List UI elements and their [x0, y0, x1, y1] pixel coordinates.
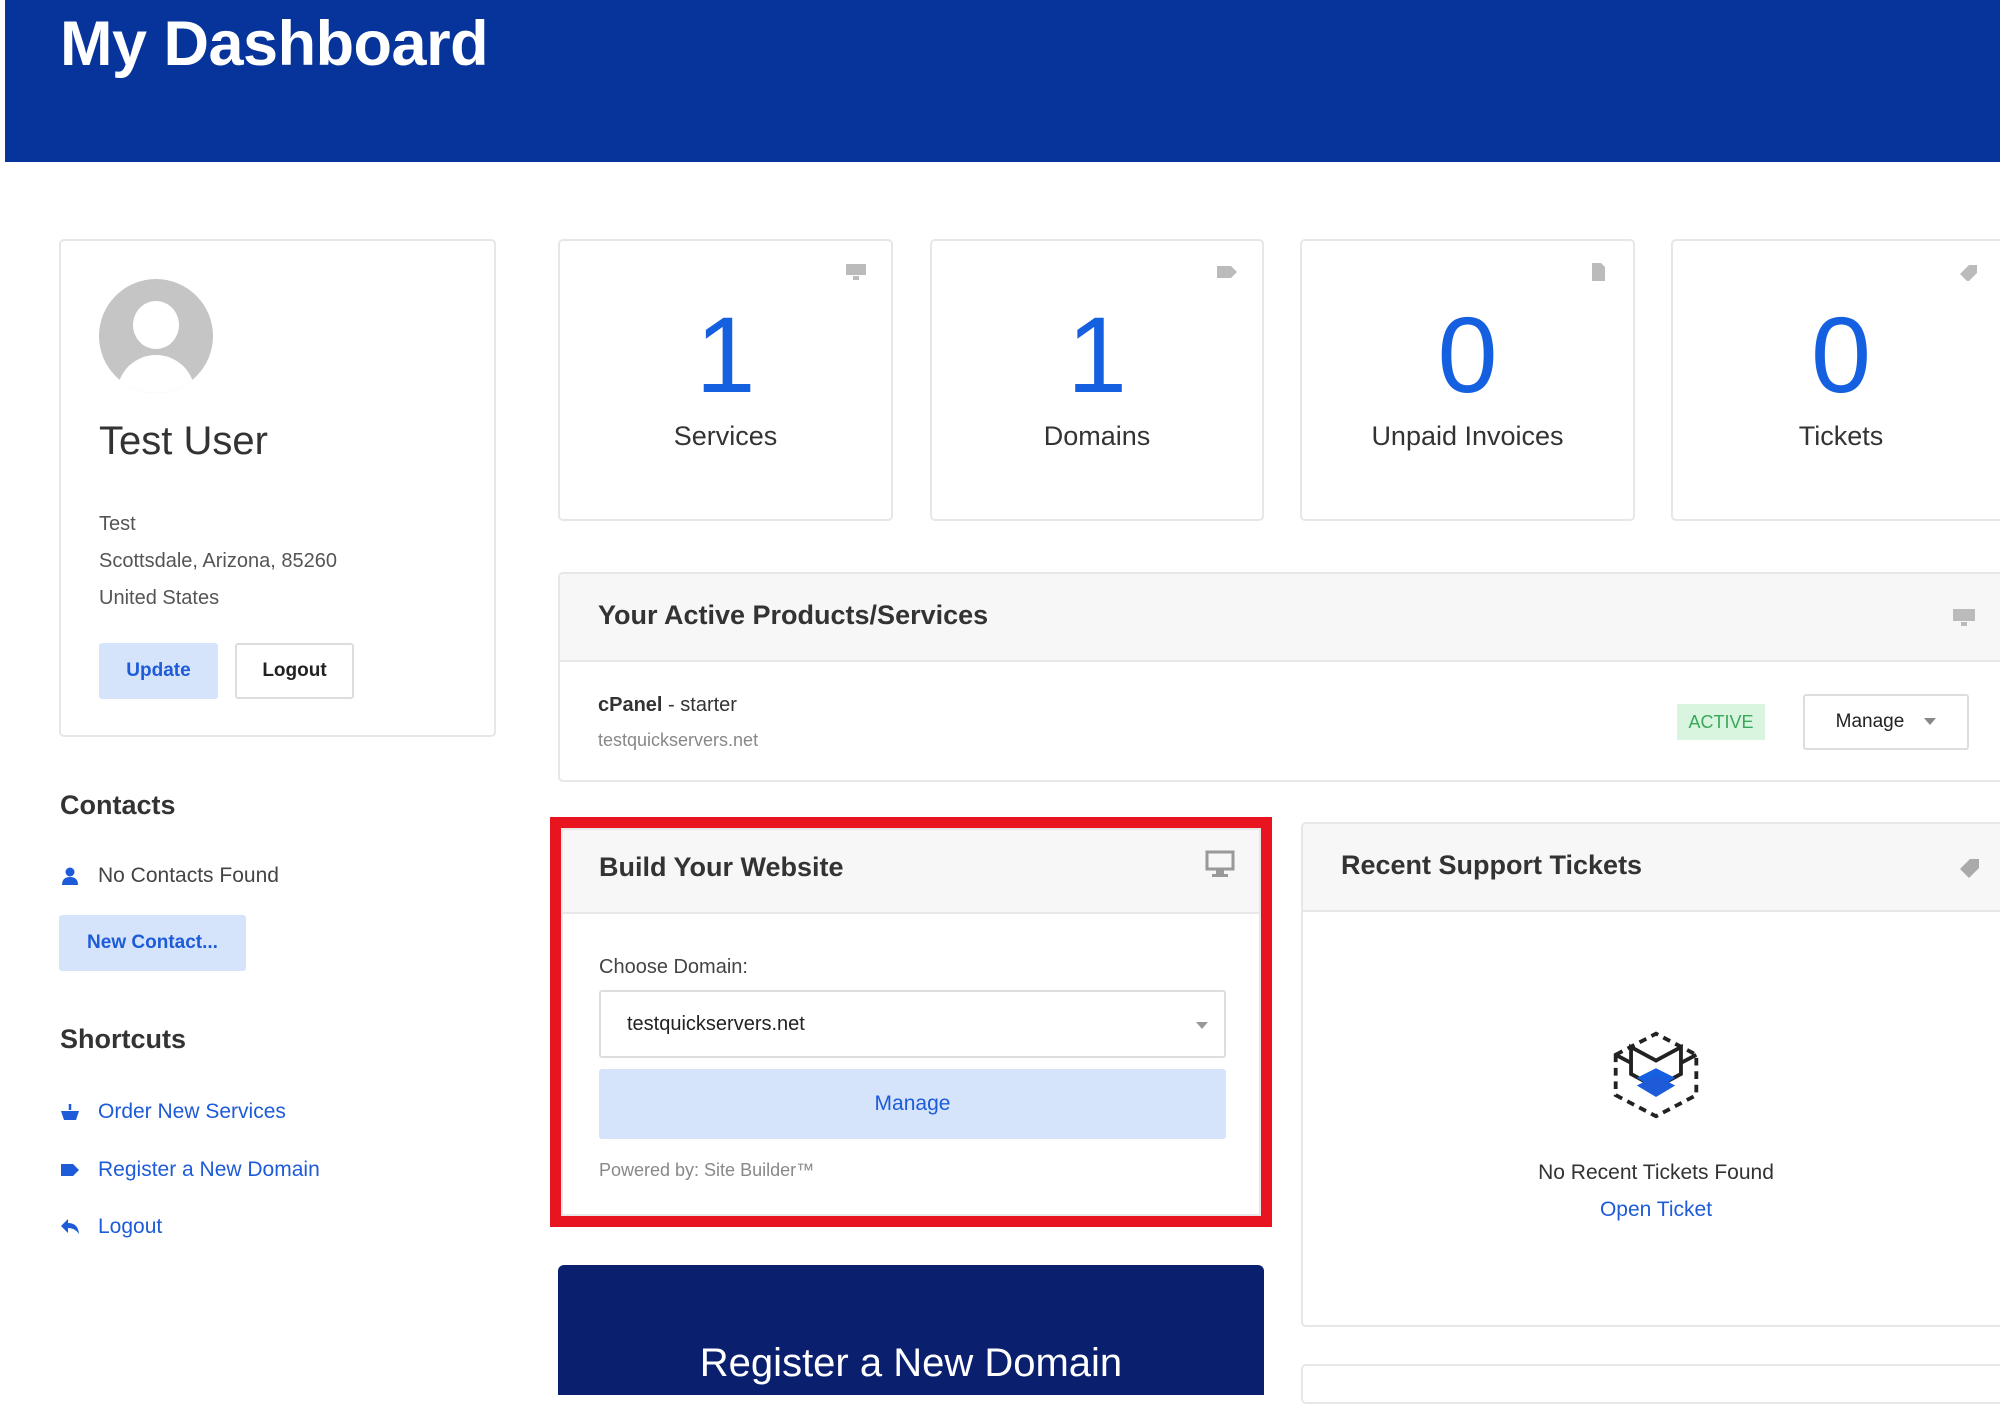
panel-title: Your Active Products/Services: [598, 600, 989, 630]
envelope-box-icon: [1613, 1031, 1699, 1119]
powered-by-text: Powered by: Site Builder™: [599, 1160, 815, 1180]
top-header: My Dashboard: [5, 0, 2000, 162]
no-contacts-text: No Contacts Found: [98, 864, 279, 887]
domains-label: Domains: [1043, 421, 1151, 451]
tickets-count: 0: [1810, 294, 1872, 415]
tag-icon: [1217, 266, 1237, 278]
page-title: My Dashboard: [60, 9, 489, 79]
stat-tickets[interactable]: 0 Tickets: [1671, 239, 2000, 521]
chevron-down-icon: [1924, 718, 1937, 725]
document-icon: [1592, 263, 1605, 281]
monitor-icon: [1953, 609, 1975, 626]
shortcut-label[interactable]: Order New Services: [98, 1100, 286, 1124]
product-row[interactable]: cPanel - starter: [598, 694, 737, 717]
invoices-count: 0: [1437, 294, 1498, 415]
contacts-heading: Contacts: [60, 790, 176, 820]
monitor-icon: [846, 264, 866, 280]
shortcuts-heading: Shortcuts: [60, 1024, 187, 1054]
product-domain: testquickservers.net: [598, 730, 759, 750]
domain-select[interactable]: testquickservers.net: [599, 990, 1226, 1058]
tag-icon: [61, 1164, 79, 1176]
no-contacts-row: No Contacts Found: [60, 864, 279, 888]
avatar: [99, 279, 213, 393]
site-builder-panel: Build Your Website Choose Domain: testqu…: [561, 828, 1261, 1216]
shortcut-register-domain[interactable]: Register a New Domain: [60, 1158, 320, 1182]
profile-country: United States: [99, 587, 220, 609]
chevron-down-icon: [1196, 1022, 1208, 1029]
site-builder-manage-button[interactable]: Manage: [599, 1069, 1226, 1139]
selected-domain: testquickservers.net: [627, 1013, 805, 1035]
panel-title: Build Your Website: [599, 852, 844, 882]
profile-company: Test: [99, 513, 136, 535]
choose-domain-label: Choose Domain:: [599, 956, 748, 978]
register-domain-title: Register a New Domain: [699, 1341, 1123, 1385]
profile-name: Test User: [99, 419, 268, 463]
services-label: Services: [673, 421, 778, 451]
user-icon: [62, 867, 78, 885]
stat-services[interactable]: 1 Services: [558, 239, 893, 521]
monitor-icon: [1205, 850, 1235, 877]
reply-arrow-icon: [61, 1219, 79, 1234]
shortcut-logout[interactable]: Logout: [60, 1215, 162, 1239]
domains-count: 1: [1066, 294, 1128, 415]
panel-title: Recent Support Tickets: [1341, 850, 1643, 880]
profile-location: Scottsdale, Arizona, 85260: [99, 550, 337, 572]
status-badge: ACTIVE: [1677, 704, 1765, 740]
profile-card: Test User Test Scottsdale, Arizona, 8526…: [59, 239, 496, 737]
active-products-panel: Your Active Products/Services cPanel - s…: [558, 572, 2000, 782]
panel-header: Your Active Products/Services: [560, 574, 2000, 662]
shortcut-label[interactable]: Logout: [98, 1215, 162, 1239]
no-tickets-text: No Recent Tickets Found: [1538, 1161, 1774, 1184]
support-tickets-panel: Recent Support Tickets No Recent Tickets…: [1301, 822, 2000, 1327]
manage-dropdown-button[interactable]: Manage: [1803, 694, 1969, 750]
partial-panel: [1301, 1364, 2000, 1404]
panel-header: Build Your Website: [563, 830, 1259, 914]
manage-label: Manage: [1835, 711, 1905, 732]
logout-button[interactable]: Logout: [235, 643, 354, 699]
product-name: cPanel: [598, 694, 663, 716]
register-domain-banner[interactable]: Register a New Domain: [558, 1265, 1264, 1395]
invoices-label: Unpaid Invoices: [1371, 421, 1564, 451]
ticket-icon: [1960, 265, 1977, 281]
panel-header: Recent Support Tickets: [1303, 824, 2000, 912]
shortcut-order-services[interactable]: Order New Services: [60, 1100, 286, 1124]
stat-domains[interactable]: 1 Domains: [930, 239, 1264, 521]
ticket-icon: [1960, 859, 1979, 878]
product-plan: - starter: [662, 694, 737, 716]
update-button[interactable]: Update: [99, 643, 218, 699]
stat-unpaid-invoices[interactable]: 0 Unpaid Invoices: [1300, 239, 1635, 521]
services-count: 1: [695, 294, 756, 415]
shortcut-label[interactable]: Register a New Domain: [98, 1158, 320, 1182]
open-ticket-link[interactable]: Open Ticket: [1303, 1198, 2000, 1222]
tickets-label: Tickets: [1798, 421, 1884, 451]
basket-icon: [61, 1104, 79, 1120]
new-contact-button[interactable]: New Contact...: [59, 915, 246, 971]
